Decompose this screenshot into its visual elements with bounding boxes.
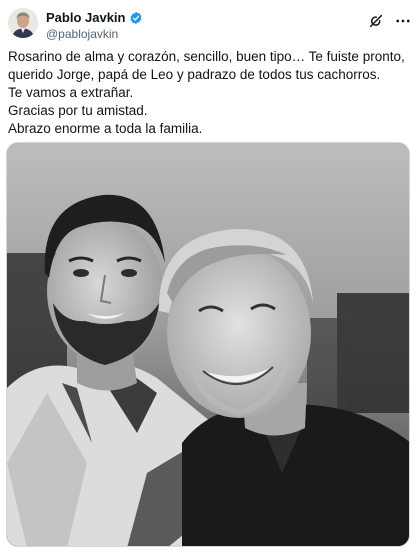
tweet-text: Rosarino de alma y corazón, sencillo, bu…: [8, 48, 412, 138]
author-name-row: Pablo Javkin: [46, 10, 143, 26]
avatar[interactable]: [8, 8, 38, 38]
more-icon[interactable]: [394, 12, 412, 30]
tweet-card: Pablo Javkin @pablojavkin Rosarino de al…: [0, 0, 420, 553]
tweet-line: Gracias por tu amistad.: [8, 103, 148, 118]
grok-icon[interactable]: [368, 13, 384, 29]
author-name[interactable]: Pablo Javkin: [46, 10, 125, 26]
tweet-line: Rosarino de alma y corazón, sencillo, bu…: [8, 49, 405, 64]
header-actions: [368, 12, 412, 30]
tweet-line: querido Jorge, papá de Leo y padrazo de …: [8, 67, 381, 82]
tweet-header: Pablo Javkin @pablojavkin: [8, 6, 412, 42]
author-handle[interactable]: @pablojavkin: [46, 27, 118, 41]
tweet-photo[interactable]: [6, 142, 410, 547]
verified-badge-icon: [131, 11, 142, 25]
tweet-line: Abrazo enorme a toda la familia.: [8, 121, 203, 136]
tweet-line: Te vamos a extrañar.: [8, 85, 134, 100]
